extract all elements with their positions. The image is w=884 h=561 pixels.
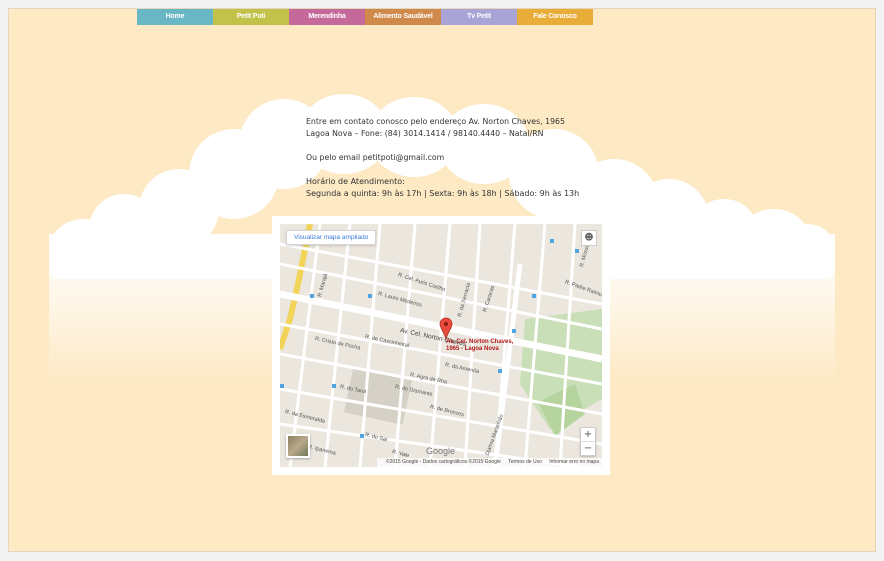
map-embed: Av. Cel. Norton Chaves R. Cel. Auris Coe… xyxy=(272,216,610,475)
google-map[interactable]: Av. Cel. Norton Chaves R. Cel. Auris Coe… xyxy=(280,224,602,467)
pin-label-line-2: 1965 - Lagoa Nova xyxy=(446,346,499,352)
report-error-link[interactable]: Informar erro no mapa xyxy=(549,459,599,465)
contact-info: Entre em contato conosco pelo endereço A… xyxy=(306,116,606,200)
pegman-icon[interactable]: ☻ xyxy=(581,230,597,246)
main-nav: Home Petit Poti Merendinha Alimento Saud… xyxy=(137,9,593,25)
nav-petit-poti[interactable]: Petit Poti xyxy=(213,9,289,25)
nav-home[interactable]: Home xyxy=(137,9,213,25)
nav-alimento-saudavel[interactable]: Alimento Saudável xyxy=(365,9,441,25)
page-frame: Home Petit Poti Merendinha Alimento Saud… xyxy=(8,8,876,552)
google-logo: Google xyxy=(426,446,456,456)
zoom-out-button[interactable]: − xyxy=(581,441,595,455)
address-line-1: Entre em contato conosco pelo endereço A… xyxy=(306,117,565,126)
nav-tv-petit[interactable]: Tv Petit xyxy=(441,9,517,25)
attribution-text: ©2015 Google - Dados cartográficos ©2015… xyxy=(385,459,501,465)
hours-detail: Segunda a quinta: 9h às 17h | Sexta: 9h … xyxy=(306,189,580,198)
nav-fale-conosco[interactable]: Fale Conosco xyxy=(517,9,593,25)
zoom-in-button[interactable]: + xyxy=(581,428,595,441)
terms-link[interactable]: Termos de Uso xyxy=(508,459,542,465)
satellite-toggle[interactable] xyxy=(286,434,310,458)
zoom-control: + − xyxy=(580,427,596,456)
address-line-2: Lagoa Nova – Fone: (84) 3014.1414 / 9814… xyxy=(306,129,544,138)
nav-merendinha[interactable]: Merendinha xyxy=(289,9,365,25)
view-larger-map-button[interactable]: Visualizar mapa ampliado xyxy=(286,230,377,245)
hours-title: Horário de Atendimento: xyxy=(306,177,405,186)
email-link[interactable]: petitpoti@gmail.com xyxy=(363,153,445,162)
email-line: Ou pelo email petitpoti@gmail.com xyxy=(306,152,606,164)
map-pin-label: Av. Cel. Norton Chaves, 1965 - Lagoa Nov… xyxy=(446,339,513,353)
email-prefix: Ou pelo email xyxy=(306,153,363,162)
map-attribution: ©2015 Google - Dados cartográficos ©2015… xyxy=(376,458,602,467)
pin-label-line-1: Av. Cel. Norton Chaves, xyxy=(446,339,514,345)
